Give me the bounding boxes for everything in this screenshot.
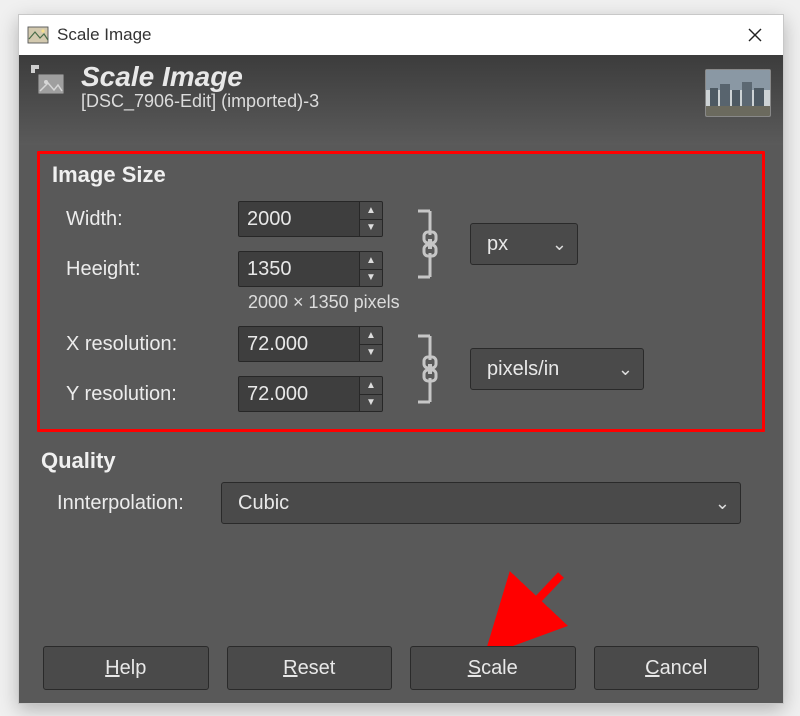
resolution-grid: X resolution: ▲ ▼ bbox=[48, 321, 754, 417]
height-label: Heeight: bbox=[48, 258, 232, 281]
size-unit-dropdown[interactable]: px ⌄ bbox=[470, 223, 578, 265]
image-size-section: Image Size Width: ▲ ▼ bbox=[37, 151, 765, 432]
chevron-down-icon: ⌄ bbox=[552, 234, 567, 255]
width-input[interactable] bbox=[239, 202, 359, 236]
yres-input[interactable] bbox=[239, 377, 359, 411]
titlebar: Scale Image bbox=[19, 15, 783, 56]
yres-label: Y resolution: bbox=[48, 383, 232, 406]
button-bar: Help Reset Scale Cancel bbox=[19, 633, 783, 703]
xres-input[interactable] bbox=[239, 327, 359, 361]
dialog-heading: Scale Image bbox=[81, 63, 771, 91]
dimensions-grid: Width: ▲ ▼ bbox=[48, 196, 754, 292]
chevron-down-icon: ⌄ bbox=[715, 493, 730, 514]
res-unit-dropdown[interactable]: pixels/in ⌄ bbox=[470, 348, 644, 390]
height-increment[interactable]: ▲ bbox=[360, 252, 382, 269]
width-increment[interactable]: ▲ bbox=[360, 202, 382, 219]
dimensions-chain-icon[interactable] bbox=[414, 205, 454, 283]
scale-image-icon bbox=[29, 63, 69, 103]
xres-decrement[interactable]: ▼ bbox=[360, 344, 382, 362]
app-icon bbox=[27, 24, 49, 46]
width-spinbox: ▲ ▼ bbox=[238, 201, 383, 237]
interpolation-dropdown[interactable]: Cubic ⌄ bbox=[221, 482, 741, 524]
reset-button[interactable]: Reset bbox=[227, 646, 393, 690]
yres-increment[interactable]: ▲ bbox=[360, 377, 382, 394]
window-title: Scale Image bbox=[57, 25, 731, 45]
height-spinbox: ▲ ▼ bbox=[238, 251, 383, 287]
help-button[interactable]: Help bbox=[43, 646, 209, 690]
width-label: Width: bbox=[48, 208, 232, 231]
xres-label: X resolution: bbox=[48, 333, 232, 356]
interpolation-value: Cubic bbox=[238, 492, 701, 515]
close-button[interactable] bbox=[731, 16, 779, 54]
interpolation-label: Innterpolation: bbox=[57, 492, 221, 515]
dialog-header: Scale Image [DSC_7906-Edit] (imported)-3 bbox=[19, 55, 783, 145]
xres-increment[interactable]: ▲ bbox=[360, 327, 382, 344]
yres-spinbox: ▲ ▼ bbox=[238, 376, 383, 412]
scale-image-dialog: Scale Image Scale Image [DSC_7906-Edit] … bbox=[18, 14, 784, 704]
image-thumbnail bbox=[705, 69, 771, 117]
image-size-title: Image Size bbox=[52, 162, 754, 188]
size-unit-value: px bbox=[487, 233, 538, 256]
scale-button[interactable]: Scale bbox=[410, 646, 576, 690]
dimensions-summary: 2000 × 1350 pixels bbox=[248, 292, 754, 313]
height-input[interactable] bbox=[239, 252, 359, 286]
res-unit-value: pixels/in bbox=[487, 358, 604, 381]
yres-decrement[interactable]: ▼ bbox=[360, 394, 382, 412]
quality-section: Quality Innterpolation: Cubic ⌄ bbox=[37, 448, 765, 524]
chevron-down-icon: ⌄ bbox=[618, 359, 633, 380]
height-decrement[interactable]: ▼ bbox=[360, 269, 382, 287]
width-decrement[interactable]: ▼ bbox=[360, 219, 382, 237]
resolution-chain-icon[interactable] bbox=[414, 330, 454, 408]
dialog-subtitle: [DSC_7906-Edit] (imported)-3 bbox=[81, 91, 771, 112]
xres-spinbox: ▲ ▼ bbox=[238, 326, 383, 362]
cancel-button[interactable]: Cancel bbox=[594, 646, 760, 690]
client-area: Scale Image [DSC_7906-Edit] (imported)-3… bbox=[19, 55, 783, 703]
quality-title: Quality bbox=[41, 448, 765, 474]
close-icon bbox=[748, 28, 762, 42]
content-area: Image Size Width: ▲ ▼ bbox=[19, 137, 783, 633]
